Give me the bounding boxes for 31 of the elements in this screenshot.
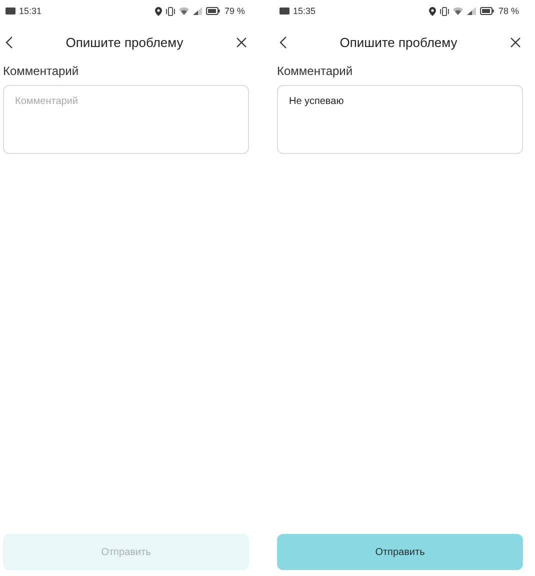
- battery-percent: 79 %: [224, 6, 245, 16]
- comment-label: Комментарий: [277, 64, 354, 78]
- comment-field[interactable]: Комментарий: [3, 85, 249, 154]
- battery-icon: [206, 7, 220, 15]
- back-icon: [5, 36, 13, 48]
- screen-title: Опишите проблему: [338, 34, 458, 50]
- battery-icon: [480, 7, 494, 15]
- battery-percent: 78 %: [498, 6, 519, 16]
- signal-icon: [467, 7, 476, 15]
- status-time: 15:31: [19, 6, 42, 16]
- vibrate-icon: [440, 6, 450, 16]
- status-time: 15:35: [293, 6, 316, 16]
- comment-label: Комментарий: [3, 64, 80, 78]
- submit-button[interactable]: Отправить: [277, 534, 523, 570]
- back-icon: [279, 36, 287, 48]
- location-icon: [155, 6, 162, 16]
- wifi-icon: [453, 7, 464, 15]
- screen-title: Опишите проблему: [64, 34, 184, 50]
- close-button[interactable]: [236, 36, 247, 48]
- sim-card-icon: [279, 7, 290, 15]
- back-button[interactable]: [279, 36, 287, 48]
- close-button[interactable]: [510, 36, 521, 48]
- vibrate-icon: [166, 6, 176, 16]
- comment-field[interactable]: Не успеваю: [277, 85, 523, 154]
- wifi-icon: [179, 7, 190, 15]
- sim-card-icon: [5, 7, 16, 15]
- location-icon: [429, 6, 436, 16]
- close-icon: [236, 36, 247, 48]
- signal-icon: [193, 7, 202, 15]
- back-button[interactable]: [5, 36, 13, 48]
- close-icon: [510, 36, 521, 48]
